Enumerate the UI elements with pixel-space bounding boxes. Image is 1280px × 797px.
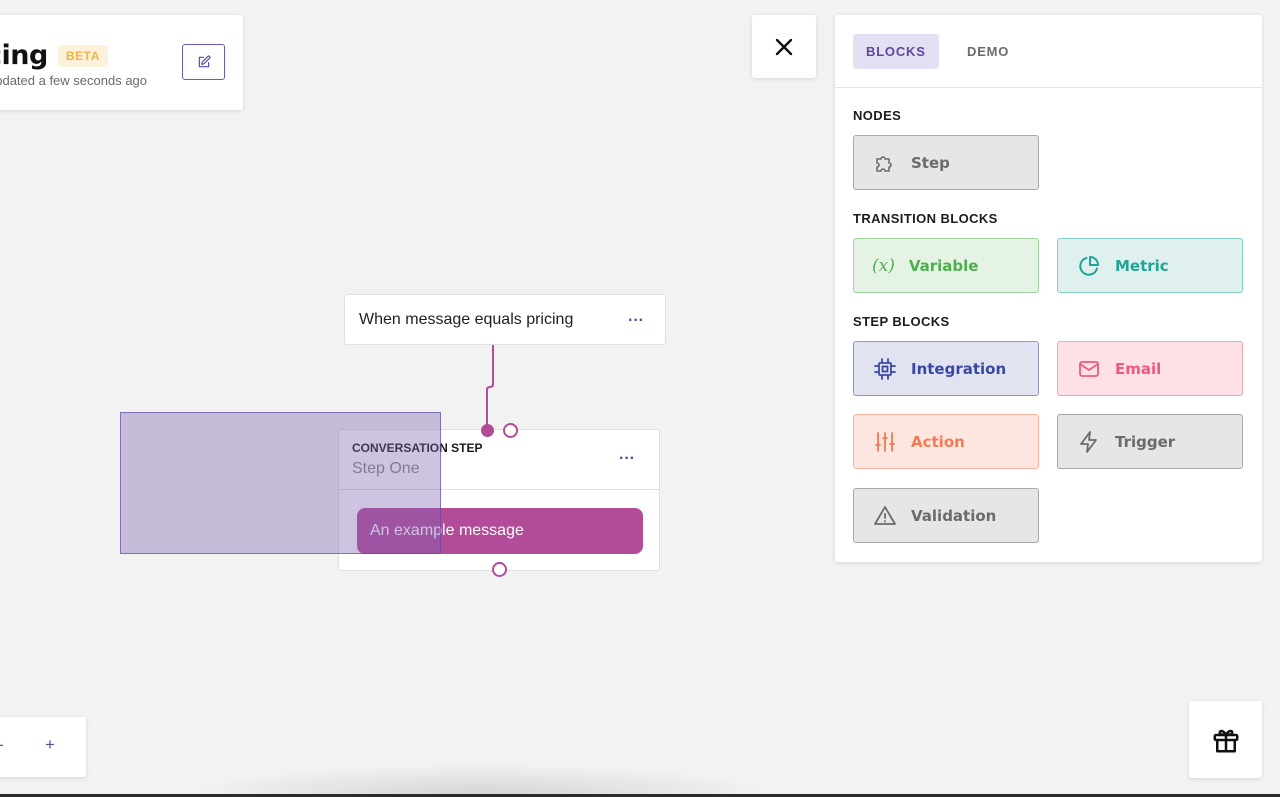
blocks-panel: BLOCKS DEMO NODES Step TRANSITION BLOCKS… (835, 15, 1262, 562)
block-trigger[interactable]: Trigger (1057, 414, 1243, 469)
block-email-label: Email (1115, 359, 1162, 378)
block-trigger-label: Trigger (1115, 432, 1176, 451)
output-port[interactable] (492, 562, 507, 577)
tab-demo[interactable]: DEMO (954, 34, 1022, 69)
gift-button[interactable] (1189, 701, 1262, 778)
puzzle-icon (872, 150, 898, 176)
section-nodes-label: NODES (853, 108, 902, 123)
flow-title: cing (0, 40, 48, 71)
block-variable[interactable]: (x) Variable (853, 238, 1039, 293)
updated-status: updated a few seconds ago (0, 73, 148, 88)
sliders-icon (872, 429, 898, 455)
block-step-label: Step (911, 153, 950, 172)
transition-port[interactable] (503, 423, 518, 438)
block-action-label: Action (911, 432, 965, 451)
flow-title-card: cing BETA updated a few seconds ago (0, 15, 243, 110)
edit-title-button[interactable] (182, 44, 225, 80)
step-menu-button[interactable]: ··· (619, 451, 635, 467)
block-email[interactable]: Email (1057, 341, 1243, 396)
warning-icon (872, 503, 898, 529)
close-icon (775, 38, 793, 55)
zoom-in-button[interactable]: + (45, 735, 55, 755)
input-port[interactable] (481, 424, 494, 437)
block-action[interactable]: Action (853, 414, 1039, 469)
close-panel-button[interactable] (752, 15, 816, 78)
transition-text: When message equals pricing (359, 310, 574, 328)
variable-icon: (x) (872, 255, 895, 276)
bottom-shadow (180, 764, 780, 794)
block-integration[interactable]: Integration (853, 341, 1039, 396)
beta-badge: BETA (57, 44, 108, 67)
gift-icon (1213, 729, 1238, 752)
block-validation[interactable]: Validation (853, 488, 1039, 543)
block-variable-label: Variable (908, 256, 979, 275)
block-validation-label: Validation (911, 506, 997, 525)
connector-line (486, 345, 494, 430)
lightning-icon (1076, 429, 1102, 455)
title-row: cing BETA (0, 40, 108, 71)
chip-icon (872, 356, 898, 382)
transition-node[interactable]: When message equals pricing ··· (344, 294, 666, 345)
block-step[interactable]: Step (853, 135, 1039, 190)
block-metric-label: Metric (1115, 256, 1169, 275)
section-transition-label: TRANSITION BLOCKS (853, 211, 998, 226)
transition-menu-button[interactable]: ··· (628, 313, 644, 329)
mail-icon (1076, 356, 1102, 382)
pie-chart-icon (1076, 253, 1102, 279)
selection-rectangle (120, 412, 441, 554)
block-metric[interactable]: Metric (1057, 238, 1243, 293)
block-integration-label: Integration (911, 359, 1007, 378)
edit-icon (198, 55, 210, 68)
zoom-out-button[interactable]: - (0, 735, 4, 755)
tab-blocks[interactable]: BLOCKS (853, 34, 939, 69)
section-step-label: STEP BLOCKS (853, 314, 950, 329)
panel-tabs: BLOCKS DEMO (835, 15, 1262, 88)
zoom-controls: - + (0, 717, 86, 777)
